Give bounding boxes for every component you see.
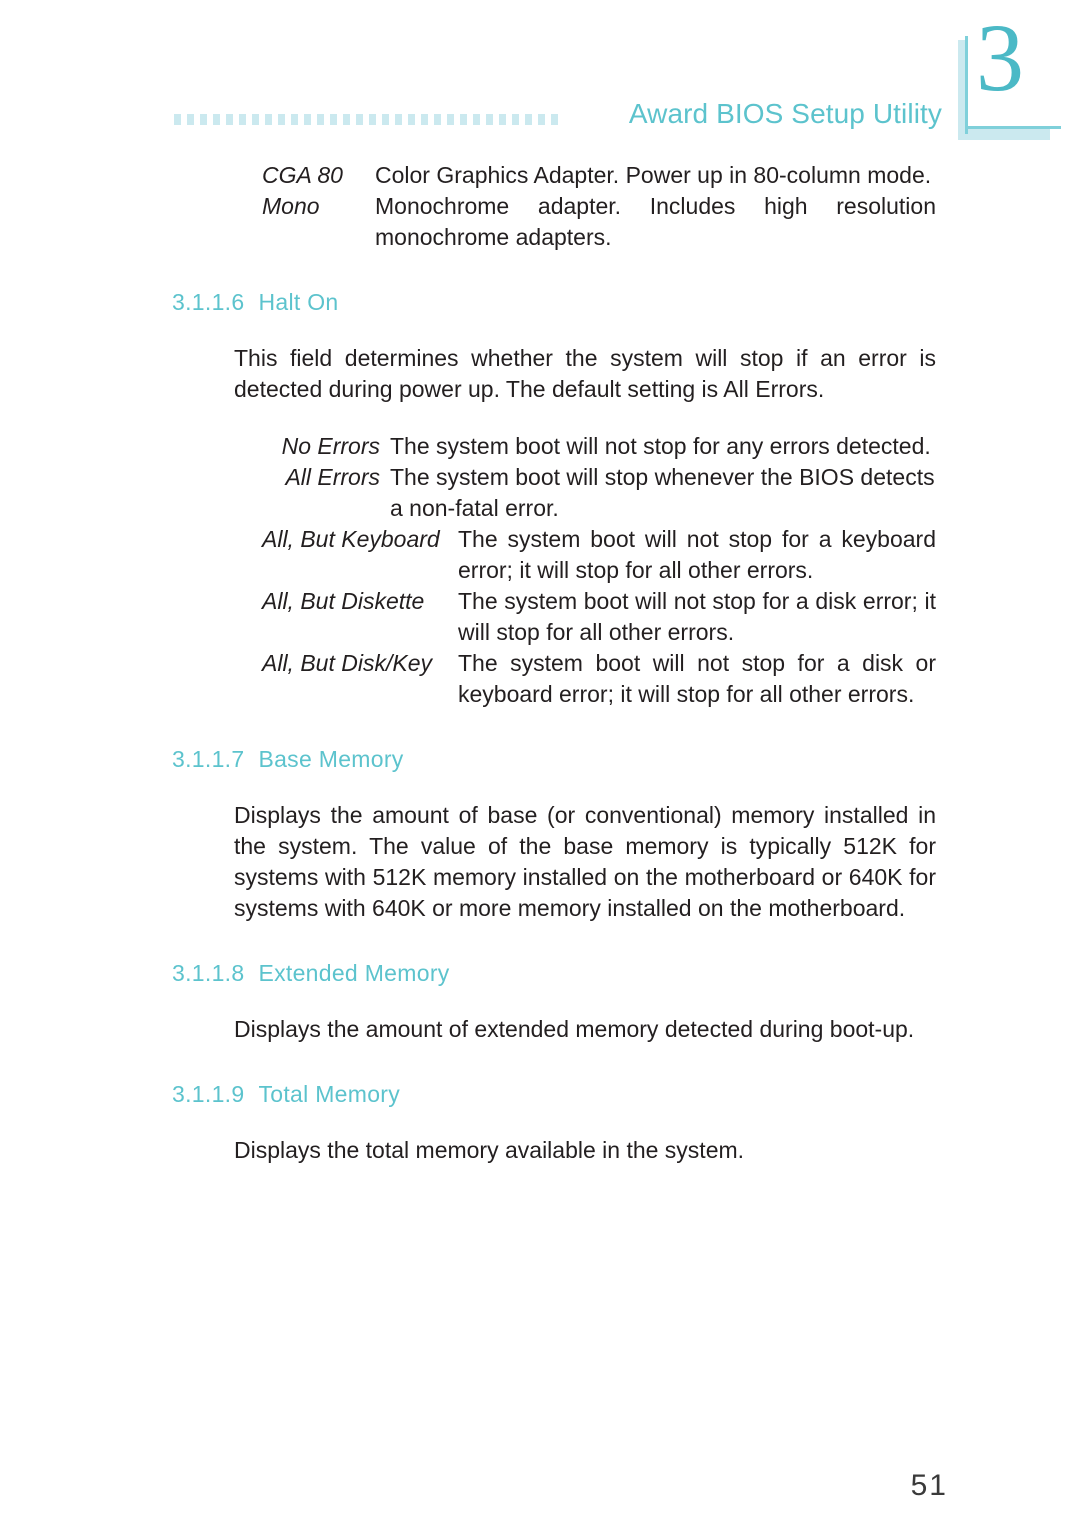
halt-on-options-list: No Errors The system boot will not stop … bbox=[262, 431, 936, 710]
header-dot bbox=[395, 114, 402, 125]
option-term: All Errors bbox=[285, 464, 380, 490]
header-dot bbox=[421, 114, 428, 125]
option-term: All, But Keyboard bbox=[262, 526, 440, 552]
header-dot bbox=[369, 114, 376, 125]
section-heading-total-memory: 3.1.1.9 Total Memory bbox=[172, 1079, 936, 1109]
header-dot bbox=[187, 114, 194, 125]
header-dot bbox=[317, 114, 324, 125]
definition-term: Mono bbox=[262, 193, 320, 219]
section-heading-base-memory: 3.1.1.7 Base Memory bbox=[172, 744, 936, 774]
header-dot bbox=[447, 114, 454, 125]
header-dot-rule-icon bbox=[174, 114, 614, 125]
section-body-base-memory: Displays the amount of base (or conventi… bbox=[234, 802, 936, 921]
section-title: Halt On bbox=[258, 289, 339, 315]
header-dot bbox=[226, 114, 233, 125]
section-title: Total Memory bbox=[258, 1081, 401, 1107]
section-number: 3.1.1.9 bbox=[172, 1081, 245, 1107]
option-term: All, But Disk/Key bbox=[262, 650, 432, 676]
header-dot bbox=[213, 114, 220, 125]
chapter-marker: 3 bbox=[958, 10, 1061, 142]
option-term: No Errors bbox=[281, 433, 380, 459]
header-dot bbox=[252, 114, 259, 125]
header-dot bbox=[343, 114, 350, 125]
document-page: Award BIOS Setup Utility 3 CGA 80 Color … bbox=[0, 0, 1080, 1529]
header-dot bbox=[200, 114, 207, 125]
definition-description: Color Graphics Adapter. Power up in 80-c… bbox=[375, 162, 932, 188]
header-dot bbox=[538, 114, 545, 125]
definition-description: Monochrome adapter. Includes high resolu… bbox=[375, 193, 936, 250]
chapter-marker-vertical-rule bbox=[965, 36, 968, 134]
header-dot bbox=[382, 114, 389, 125]
header-dot bbox=[434, 114, 441, 125]
section-heading-extended-memory: 3.1.1.8 Extended Memory bbox=[172, 958, 936, 988]
header-dot bbox=[512, 114, 519, 125]
adapter-options-list: CGA 80 Color Graphics Adapter. Power up … bbox=[262, 160, 936, 253]
header-dot bbox=[239, 114, 246, 125]
header-dot bbox=[551, 114, 558, 125]
header-dot bbox=[174, 114, 181, 125]
definition-row: Mono Monochrome adapter. Includes high r… bbox=[262, 191, 936, 253]
header-dot bbox=[473, 114, 480, 125]
section-body-total-memory: Displays the total memory available in t… bbox=[234, 1137, 745, 1163]
page-header: Award BIOS Setup Utility bbox=[0, 96, 1080, 142]
section-heading-halt-on: 3.1.1.6 Halt On bbox=[172, 287, 936, 317]
section-title: Base Memory bbox=[258, 746, 404, 772]
header-dot bbox=[525, 114, 532, 125]
option-row: All, But Keyboard The system boot will n… bbox=[262, 524, 936, 586]
section-body-halt-on: This field determines whether the system… bbox=[234, 345, 936, 402]
option-description: The system boot will not stop for a keyb… bbox=[458, 526, 936, 583]
header-dot bbox=[486, 114, 493, 125]
option-description: The system boot will not stop for a disk… bbox=[458, 650, 936, 707]
chapter-marker-horizontal-rule bbox=[965, 126, 1061, 129]
header-dot bbox=[291, 114, 298, 125]
header-title: Award BIOS Setup Utility bbox=[628, 98, 942, 129]
option-row: No Errors The system boot will not stop … bbox=[262, 431, 936, 462]
header-dot bbox=[460, 114, 467, 125]
header-dot bbox=[408, 114, 415, 125]
page-number: 51 bbox=[910, 1469, 948, 1502]
page-content: CGA 80 Color Graphics Adapter. Power up … bbox=[172, 160, 936, 1166]
section-body-extended-memory: Displays the amount of extended memory d… bbox=[234, 1016, 915, 1042]
section-number: 3.1.1.8 bbox=[172, 960, 245, 986]
header-dot bbox=[304, 114, 311, 125]
chapter-marker-vertical-shadow bbox=[958, 40, 965, 140]
header-dot bbox=[330, 114, 337, 125]
chapter-number: 3 bbox=[976, 4, 1024, 111]
definition-term: CGA 80 bbox=[262, 162, 343, 188]
header-dot bbox=[499, 114, 506, 125]
option-row: All, But Diskette The system boot will n… bbox=[262, 586, 936, 648]
option-row: All Errors The system boot will stop whe… bbox=[262, 462, 936, 524]
chapter-marker-horizontal-shadow bbox=[958, 129, 1050, 140]
section-number: 3.1.1.7 bbox=[172, 746, 245, 772]
option-description: The system boot will not stop for a disk… bbox=[458, 588, 936, 645]
option-term: All, But Diskette bbox=[262, 588, 425, 614]
header-dot bbox=[265, 114, 272, 125]
option-description: The system boot will stop whenever the B… bbox=[390, 464, 935, 521]
option-row: All, But Disk/Key The system boot will n… bbox=[262, 648, 936, 710]
option-description: The system boot will not stop for any er… bbox=[390, 433, 931, 459]
definition-row: CGA 80 Color Graphics Adapter. Power up … bbox=[262, 160, 936, 191]
header-dot bbox=[356, 114, 363, 125]
header-dot bbox=[278, 114, 285, 125]
section-number: 3.1.1.6 bbox=[172, 289, 245, 315]
section-title: Extended Memory bbox=[258, 960, 450, 986]
